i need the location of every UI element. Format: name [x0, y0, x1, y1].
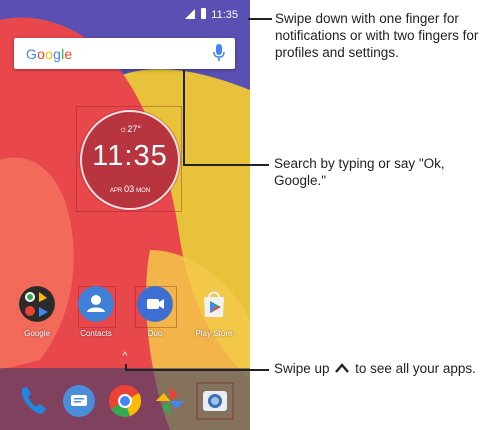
clock-date: APR 03 MON	[109, 184, 151, 194]
callout-leader-apps	[125, 369, 269, 371]
swipe-up-indicator[interactable]: ^	[120, 352, 130, 362]
callout-leader-search-vertical	[183, 70, 185, 166]
play-store-icon	[204, 291, 224, 317]
app-label: Contacts	[80, 329, 112, 338]
callout-leader-notifications	[248, 18, 272, 20]
app-label: Play Store	[195, 329, 233, 338]
messages-icon[interactable]	[62, 384, 96, 418]
clock-widget[interactable]: ☼27° 11:35 APR 03 MON	[80, 110, 180, 210]
app-contacts[interactable]: Contacts	[71, 286, 121, 338]
app-play-store[interactable]: Play Store	[189, 286, 239, 338]
chevron-up-icon	[335, 363, 350, 373]
phone-icon[interactable]	[16, 384, 50, 418]
chrome-icon[interactable]	[108, 384, 142, 418]
battery-icon	[201, 8, 206, 19]
callout-notifications: Swipe down with one finger for notificat…	[275, 11, 479, 60]
callout-apps: Swipe up to see all your apps.	[274, 361, 476, 376]
camera-icon[interactable]	[196, 382, 234, 420]
clock-time: 11:35	[92, 140, 168, 172]
contacts-icon	[78, 286, 114, 322]
google-search-bar[interactable]: Google	[14, 38, 235, 69]
weather-reading: ☼27°	[119, 124, 141, 134]
status-time: 11:35	[211, 9, 238, 21]
callout-search: Search by typing or say "Ok, Google."	[274, 156, 445, 188]
duo-icon	[137, 286, 173, 322]
favorites-dock	[0, 368, 250, 430]
callout-leader-search	[183, 164, 269, 166]
status-bar[interactable]: 11:35	[0, 0, 250, 28]
photos-icon[interactable]	[153, 384, 187, 418]
microphone-icon[interactable]	[213, 44, 225, 62]
app-label: Google	[24, 329, 50, 338]
app-duo[interactable]: Duo	[130, 286, 180, 338]
google-folder-icon	[19, 286, 55, 322]
google-logo: Google	[26, 46, 73, 62]
signal-icon	[185, 9, 195, 19]
app-google-folder[interactable]: Google	[12, 286, 62, 338]
app-label: Duo	[147, 329, 163, 338]
